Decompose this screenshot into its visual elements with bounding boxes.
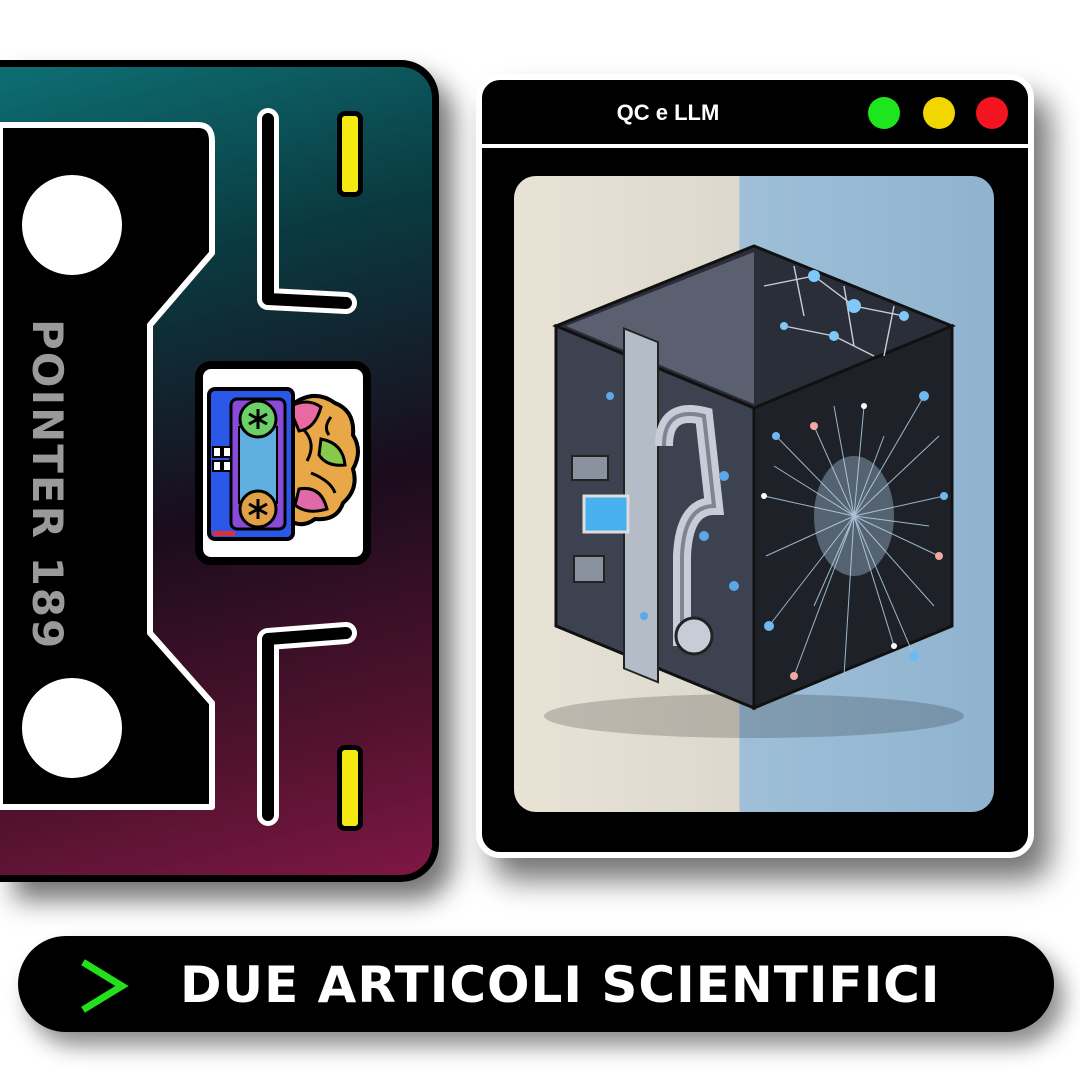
reel-hole-top [14,167,130,283]
yellow-marker-bottom [337,745,363,831]
close-button[interactable] [976,97,1008,129]
headline-text: DUE ARTICOLI SCIENTIFICI [180,956,941,1014]
window-titlebar: QC e LLM [482,80,1028,148]
minimize-button[interactable] [923,97,955,129]
quantum-computer-illustration [514,176,994,812]
window-title: QC e LLM [616,100,720,125]
cassette-label: POINTER 189 [23,319,72,651]
headline-banner: DUE ARTICOLI SCIENTIFICI [18,936,1054,1032]
cassette-brain-logo-icon [195,361,371,565]
yellow-marker-top [337,111,363,197]
cassette-card: POINTER 189 [0,60,439,882]
maximize-button[interactable] [868,97,900,129]
chevron-right-icon [81,959,129,1013]
reel-hole-bottom [14,670,130,786]
app-window: QC e LLM [476,74,1034,858]
